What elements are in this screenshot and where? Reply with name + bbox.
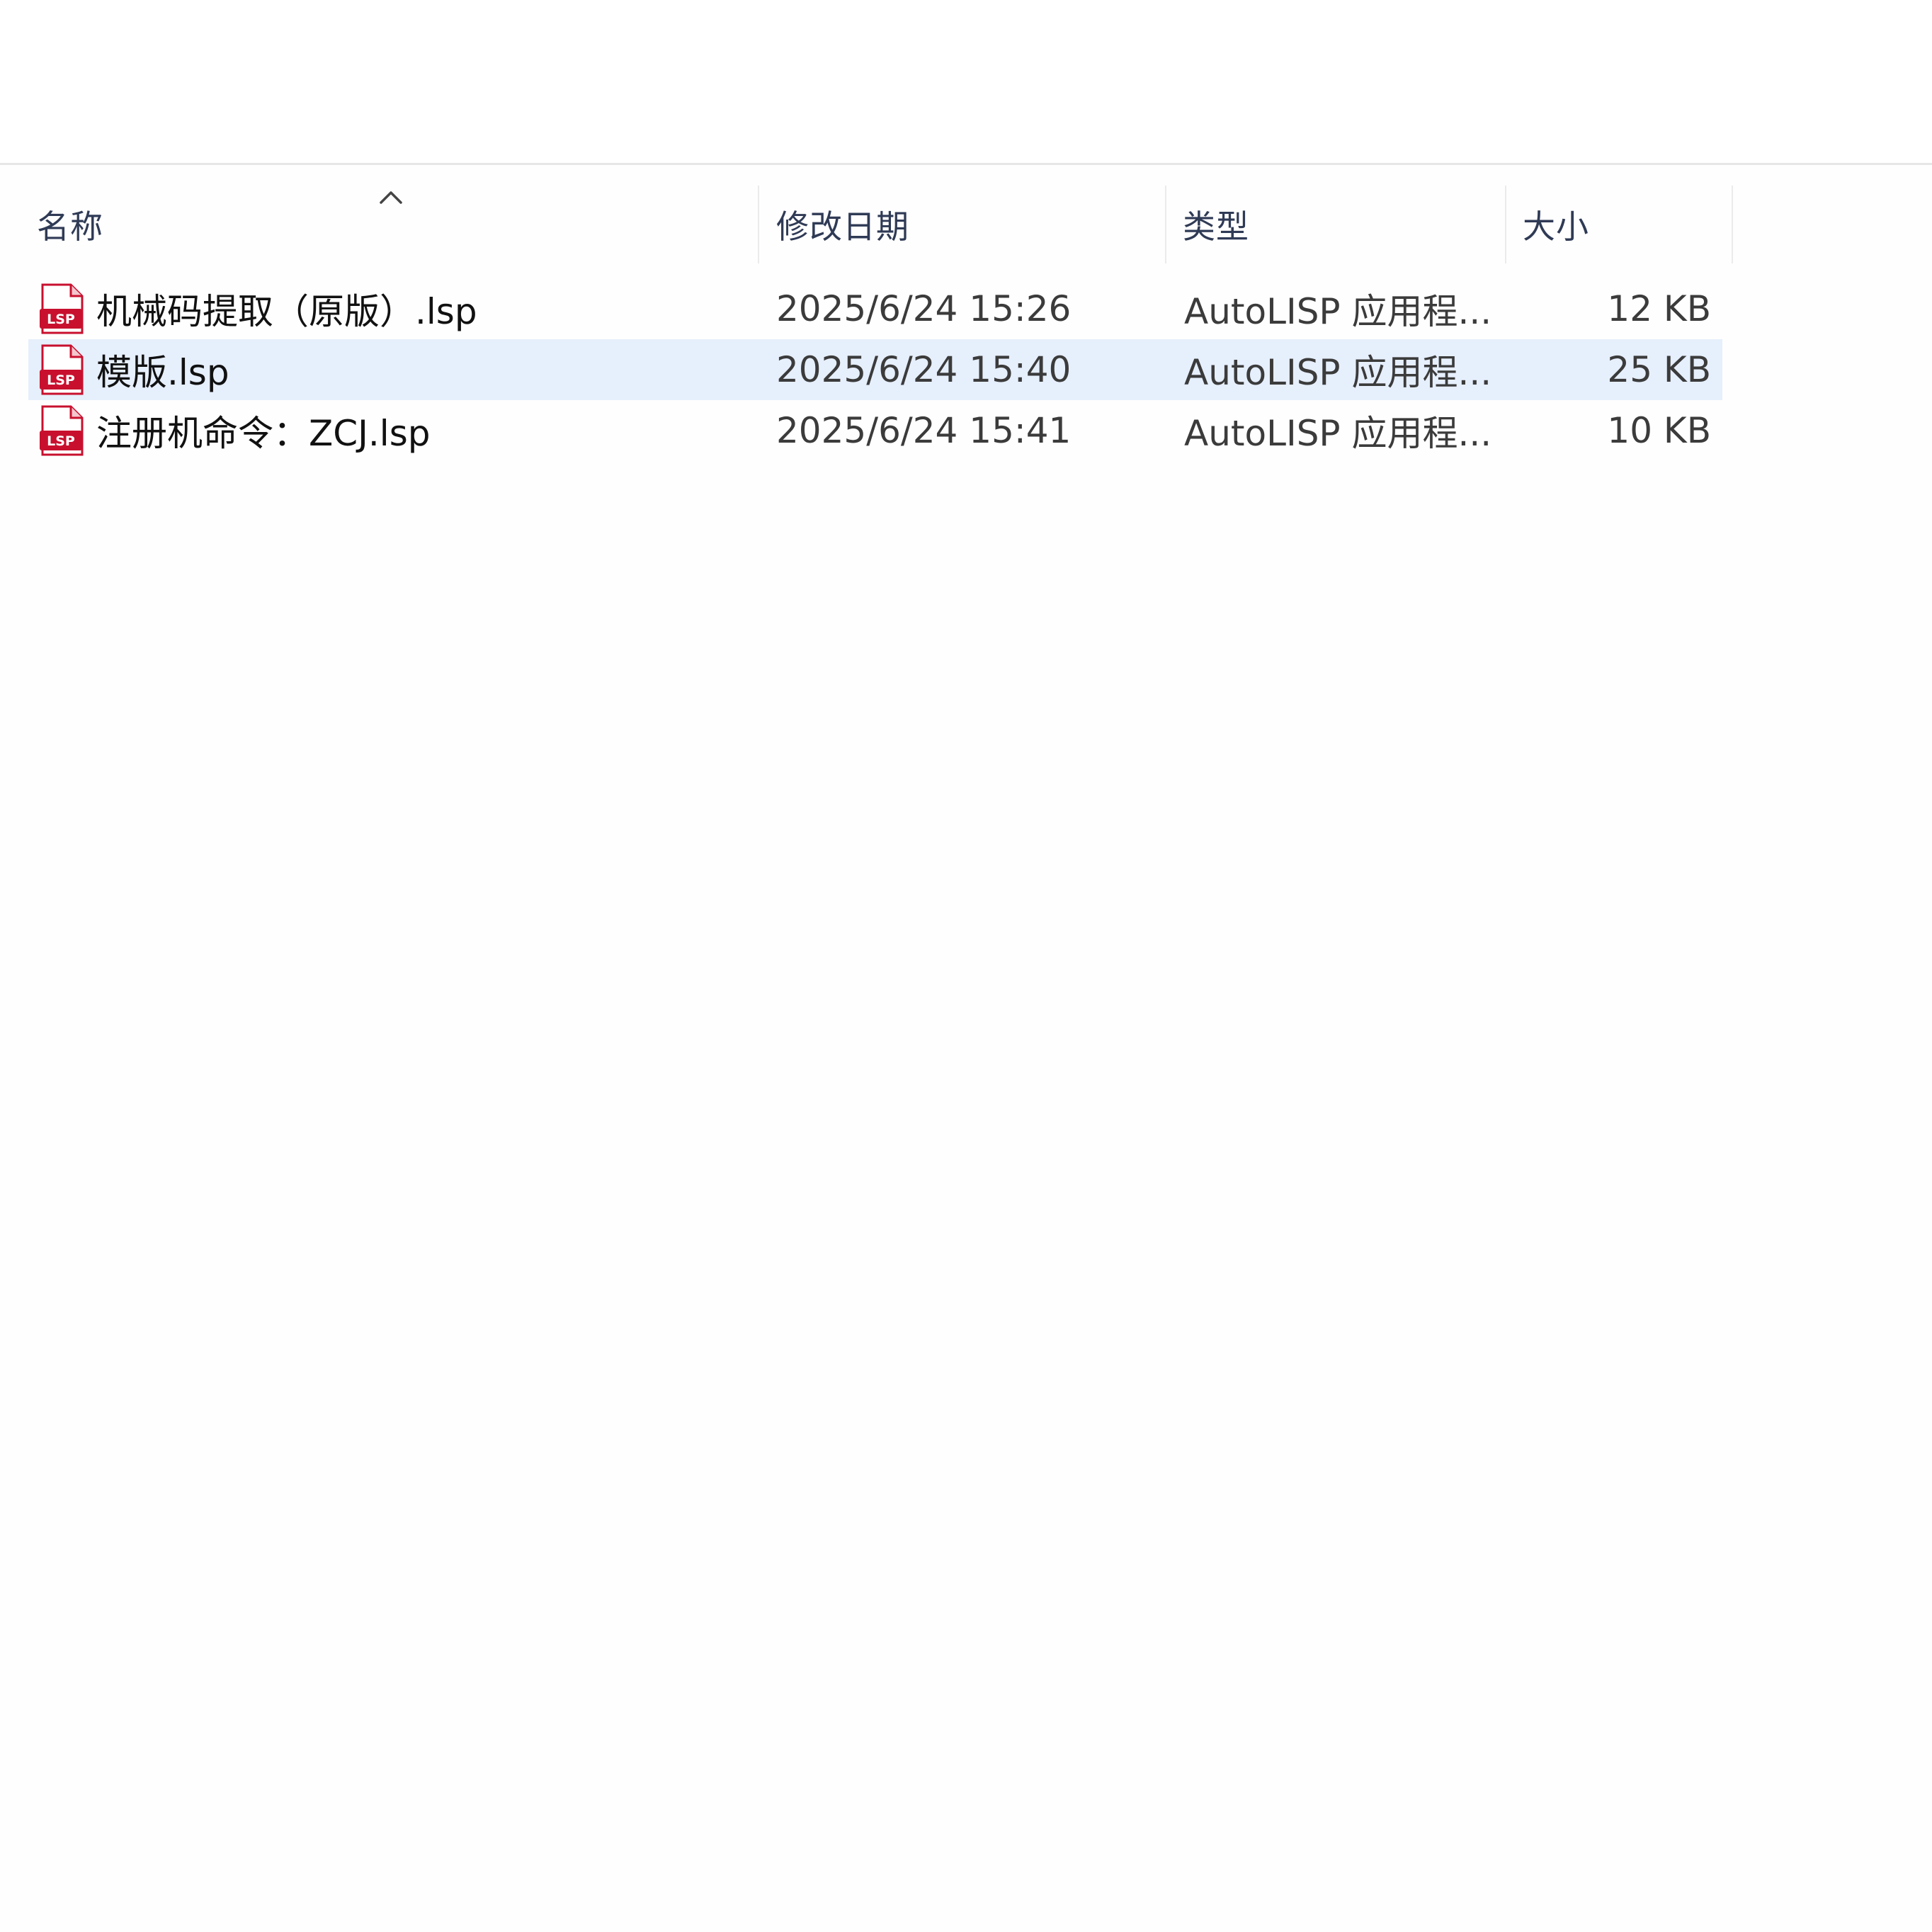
file-size: 25 KB xyxy=(1607,349,1711,390)
column-header-size-label: 大小 xyxy=(1523,208,1589,246)
column-header-size[interactable]: 大小 xyxy=(1523,186,1721,263)
file-modified: 2025/6/24 15:41 xyxy=(776,410,1072,451)
file-explorer-window: 名称 修改日期 类型 大小 LSP 机械码提取（原版）.lsp 2025/6/2… xyxy=(0,0,1932,1932)
column-resize-handle[interactable] xyxy=(758,186,759,263)
lsp-file-icon: LSP xyxy=(40,344,84,395)
toolbar-area xyxy=(0,0,1932,163)
file-type: AutoLISP 应用程... xyxy=(1184,352,1492,393)
column-header-type-label: 类型 xyxy=(1183,208,1249,246)
file-name: 模版.lsp xyxy=(96,352,229,393)
file-type: AutoLISP 应用程... xyxy=(1184,291,1492,332)
svg-text:LSP: LSP xyxy=(47,373,75,388)
lsp-file-icon: LSP xyxy=(40,283,84,334)
file-row[interactable]: LSP 注册机命令：ZCJ.lsp 2025/6/24 15:41 AutoLI… xyxy=(28,400,1722,461)
header-divider xyxy=(0,163,1932,165)
file-type: AutoLISP 应用程... xyxy=(1184,413,1492,454)
file-name: 机械码提取（原版）.lsp xyxy=(96,291,477,332)
column-header-modified-label: 修改日期 xyxy=(776,208,909,246)
file-size: 12 KB xyxy=(1607,288,1711,329)
column-resize-handle[interactable] xyxy=(1165,186,1166,263)
column-resize-handle[interactable] xyxy=(1505,186,1506,263)
column-header-row: 名称 修改日期 类型 大小 xyxy=(0,186,1735,263)
column-header-name-label: 名称 xyxy=(37,208,103,246)
svg-text:LSP: LSP xyxy=(47,312,75,327)
file-name: 注册机命令：ZCJ.lsp xyxy=(96,413,431,454)
file-row-selected[interactable]: LSP 模版.lsp 2025/6/24 15:40 AutoLISP 应用程.… xyxy=(28,339,1722,400)
svg-text:LSP: LSP xyxy=(47,433,75,449)
file-modified: 2025/6/24 15:26 xyxy=(776,288,1072,329)
file-row[interactable]: LSP 机械码提取（原版）.lsp 2025/6/24 15:26 AutoLI… xyxy=(28,278,1722,339)
column-header-name[interactable]: 名称 xyxy=(37,186,752,263)
lsp-file-icon: LSP xyxy=(40,405,84,456)
file-size: 10 KB xyxy=(1607,410,1711,451)
file-modified: 2025/6/24 15:40 xyxy=(776,349,1072,390)
column-header-type[interactable]: 类型 xyxy=(1183,186,1501,263)
column-header-modified[interactable]: 修改日期 xyxy=(776,186,1159,263)
column-resize-handle[interactable] xyxy=(1732,186,1733,263)
